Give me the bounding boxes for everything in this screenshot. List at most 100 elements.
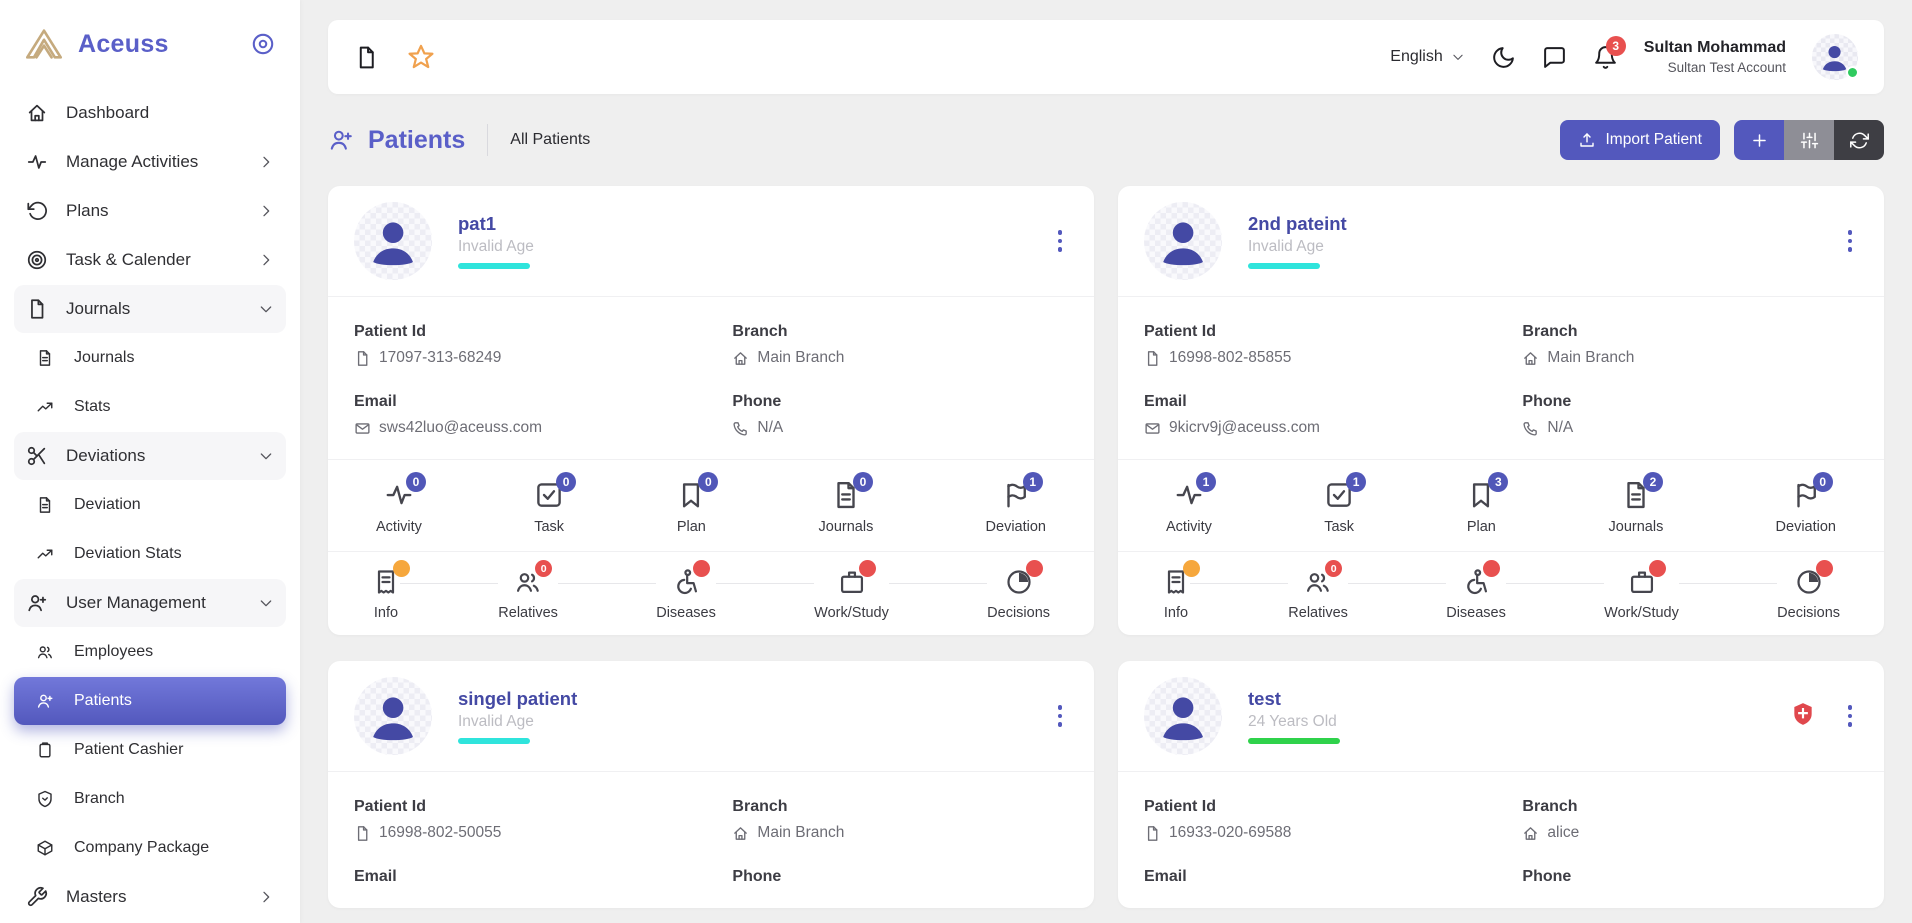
relatives-icon: 0 xyxy=(514,568,542,596)
home-icon xyxy=(1522,825,1539,842)
stat-deviation[interactable]: 0 Deviation xyxy=(1776,480,1836,535)
sidebar-item-journals-group[interactable]: Journals xyxy=(14,285,286,333)
step-relatives[interactable]: 0 Relatives xyxy=(498,568,558,621)
briefcase-icon xyxy=(1628,568,1656,596)
notifications-bell-icon[interactable]: 3 xyxy=(1593,45,1618,70)
clipboard-icon xyxy=(36,741,54,759)
field-label: Email xyxy=(354,868,732,886)
sidebar-item-patient-cashier[interactable]: Patient Cashier xyxy=(14,726,286,774)
step-info[interactable]: Info xyxy=(1162,568,1190,621)
card-header: singel patient Invalid Age xyxy=(328,661,1094,771)
dark-mode-moon-icon[interactable] xyxy=(1491,45,1516,70)
connector-line xyxy=(1190,583,1288,584)
language-selector[interactable]: English xyxy=(1390,48,1464,66)
step-diseases[interactable]: Diseases xyxy=(656,568,716,621)
file-icon xyxy=(1144,350,1161,367)
stat-journals[interactable]: 2 Journals xyxy=(1609,480,1664,535)
patient-card: test 24 Years Old Patient Id xyxy=(1118,661,1884,908)
stat-task[interactable]: 0 Task xyxy=(534,480,564,535)
import-patient-button[interactable]: Import Patient xyxy=(1560,120,1721,160)
patient-name[interactable]: singel patient xyxy=(458,688,577,710)
patient-name[interactable]: test xyxy=(1248,688,1340,710)
step-decisions[interactable]: Decisions xyxy=(1777,568,1840,621)
card-menu-button[interactable] xyxy=(1052,226,1069,256)
count-badge: 0 xyxy=(406,472,426,492)
chat-icon[interactable] xyxy=(1542,45,1567,70)
patient-age: Invalid Age xyxy=(458,713,577,731)
status-dot xyxy=(1816,560,1833,577)
stat-task[interactable]: 1 Task xyxy=(1324,480,1354,535)
stat-plan[interactable]: 3 Plan xyxy=(1466,480,1496,535)
card-header: test 24 Years Old xyxy=(1118,661,1884,771)
info-stepper-row: Info 0 Relatives Diseases W xyxy=(328,552,1094,635)
sidebar-item-label: Task & Calender xyxy=(66,250,191,270)
step-work-study[interactable]: Work/Study xyxy=(814,568,889,621)
refresh-button[interactable] xyxy=(1834,120,1884,160)
add-patient-button[interactable] xyxy=(1734,120,1784,160)
field-email: Email sws42luo@aceuss.com xyxy=(354,393,732,437)
patient-name[interactable]: 2nd pateint xyxy=(1248,213,1347,235)
field-label: Branch xyxy=(1522,323,1858,341)
sidebar-item-employees[interactable]: Employees xyxy=(14,628,286,676)
sidebar-item-user-management-group[interactable]: User Management xyxy=(14,579,286,627)
scissors-icon xyxy=(26,445,48,467)
sidebar-item-label: Deviations xyxy=(66,446,145,466)
sidebar-item-label: Dashboard xyxy=(66,103,149,123)
favorite-star-icon[interactable] xyxy=(407,43,435,71)
count-dot: 0 xyxy=(535,560,552,577)
sidebar-item-plans[interactable]: Plans xyxy=(14,187,286,235)
sidebar-item-deviation-stats[interactable]: Deviation Stats xyxy=(14,530,286,578)
sidebar-item-patients[interactable]: Patients xyxy=(14,677,286,725)
connector-line xyxy=(889,583,987,584)
count-badge: 2 xyxy=(1643,472,1663,492)
sidebar-item-dashboard[interactable]: Dashboard xyxy=(14,89,286,137)
count-badge: 3 xyxy=(1488,472,1508,492)
stat-activity[interactable]: 1 Activity xyxy=(1166,480,1212,535)
sidebar-item-label: Deviation xyxy=(74,496,141,514)
card-menu-button[interactable] xyxy=(1842,701,1859,731)
topbar-right: English 3 Sultan Mohammad Sultan Test Ac… xyxy=(1390,34,1858,80)
file-icon xyxy=(354,825,371,842)
patient-avatar xyxy=(354,202,432,280)
document-icon[interactable] xyxy=(354,45,379,70)
chevron-right-icon xyxy=(258,889,274,905)
online-status-dot xyxy=(1846,66,1859,79)
stat-plan[interactable]: 0 Plan xyxy=(676,480,706,535)
stat-journals[interactable]: 0 Journals xyxy=(819,480,874,535)
filter-button[interactable] xyxy=(1784,120,1834,160)
stat-activity[interactable]: 0 Activity xyxy=(376,480,422,535)
patient-card: pat1 Invalid Age Patient Id 17097-313-68… xyxy=(328,186,1094,635)
sidebar-item-journals[interactable]: Journals xyxy=(14,334,286,382)
user-info[interactable]: Sultan Mohammad Sultan Test Account xyxy=(1644,38,1786,76)
sidebar-item-label: Manage Activities xyxy=(66,152,198,172)
age-indicator-bar xyxy=(1248,263,1320,269)
phone-value: N/A xyxy=(1547,419,1573,437)
stat-deviation[interactable]: 1 Deviation xyxy=(986,480,1046,535)
step-work-study[interactable]: Work/Study xyxy=(1604,568,1679,621)
step-decisions[interactable]: Decisions xyxy=(987,568,1050,621)
patient-avatar xyxy=(1144,202,1222,280)
card-menu-button[interactable] xyxy=(1842,226,1859,256)
sidebar-item-task-calendar[interactable]: Task & Calender xyxy=(14,236,286,284)
sidebar-item-masters[interactable]: Masters xyxy=(14,873,286,921)
field-branch: Branch Main Branch xyxy=(1522,323,1858,367)
sidebar-item-manage-activities[interactable]: Manage Activities xyxy=(14,138,286,186)
shield-alert-icon[interactable] xyxy=(1790,701,1816,731)
user-avatar[interactable] xyxy=(1812,34,1858,80)
step-relatives[interactable]: 0 Relatives xyxy=(1288,568,1348,621)
sidebar-item-deviations-group[interactable]: Deviations xyxy=(14,432,286,480)
tab-all-patients[interactable]: All Patients xyxy=(510,131,590,149)
patient-name[interactable]: pat1 xyxy=(458,213,534,235)
sidebar-item-branch[interactable]: Branch xyxy=(14,775,286,823)
sidebar-item-deviation[interactable]: Deviation xyxy=(14,481,286,529)
sidebar-item-label: Journals xyxy=(74,349,134,367)
info-stepper-row: Info 0 Relatives Diseases W xyxy=(1118,552,1884,635)
sidebar-toggle-icon[interactable] xyxy=(250,31,276,57)
patients-user-plus-icon xyxy=(328,127,354,153)
field-label: Phone xyxy=(1522,868,1858,886)
step-info[interactable]: Info xyxy=(372,568,400,621)
sidebar-item-company-package[interactable]: Company Package xyxy=(14,824,286,872)
sidebar-item-stats[interactable]: Stats xyxy=(14,383,286,431)
step-diseases[interactable]: Diseases xyxy=(1446,568,1506,621)
card-menu-button[interactable] xyxy=(1052,701,1069,731)
